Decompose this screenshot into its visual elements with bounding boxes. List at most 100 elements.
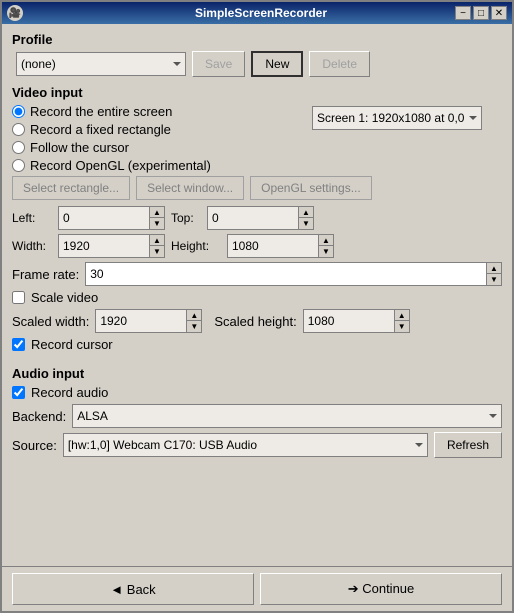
width-height-row: Width: 1920 ▲ ▼ Height: 1080 ▲ ▼ [12,234,502,258]
framerate-label: Frame rate: [12,267,79,282]
titlebar-buttons: − □ ✕ [455,6,507,20]
radio-entire-screen-label: Record the entire screen [30,104,172,119]
audio-input-title: Audio input [12,366,502,381]
screen-select-container: Screen 1: 1920x1080 at 0,0 [312,106,502,130]
select-rectangle-button[interactable]: Select rectangle... [12,176,130,200]
main-window: 🎥 SimpleScreenRecorder − □ ✕ Profile (no… [0,0,514,613]
close-button[interactable]: ✕ [491,6,507,20]
save-button[interactable]: Save [192,51,245,77]
left-spin-down[interactable]: ▼ [150,218,164,229]
scaled-width-wrapper: 1920 ▲ ▼ [95,309,202,333]
scaled-height-input[interactable]: 1080 [304,310,394,332]
source-select[interactable]: [hw:1,0] Webcam C170: USB Audio [63,433,428,457]
scaled-height-spin: ▲ ▼ [394,310,409,332]
left-input-wrapper: 0 ▲ ▼ [58,206,165,230]
record-audio-row: Record audio [12,385,502,400]
radio-options: Record the entire screen Record a fixed … [12,104,306,176]
framerate-spin-arrows: ▲ ▼ [486,263,501,285]
scaled-width-up[interactable]: ▲ [187,310,201,321]
profile-section: Profile (none) Save New Delete [12,32,502,77]
height-input-wrapper: 1080 ▲ ▼ [227,234,334,258]
left-top-row: Left: 0 ▲ ▼ Top: 0 ▲ ▼ [12,206,502,230]
left-label: Left: [12,211,52,225]
maximize-button[interactable]: □ [473,6,489,20]
scaled-dimensions-row: Scaled width: 1920 ▲ ▼ Scaled height: 10… [12,309,502,333]
scaled-width-down[interactable]: ▼ [187,321,201,332]
top-spin-down[interactable]: ▼ [299,218,313,229]
height-spin-arrows: ▲ ▼ [318,235,333,257]
scale-video-label: Scale video [31,290,98,305]
radio-cursor-label: Follow the cursor [30,140,129,155]
minimize-button[interactable]: − [455,6,471,20]
left-input[interactable]: 0 [59,207,149,229]
width-input-wrapper: 1920 ▲ ▼ [58,234,165,258]
scaled-height-wrapper: 1080 ▲ ▼ [303,309,410,333]
left-spin-up[interactable]: ▲ [150,207,164,218]
framerate-row: Frame rate: 30 ▲ ▼ [12,262,502,286]
window-title: SimpleScreenRecorder [67,6,455,20]
framerate-input[interactable]: 30 [86,263,486,285]
source-row: Source: [hw:1,0] Webcam C170: USB Audio … [12,432,502,458]
radio-opengl-label: Record OpenGL (experimental) [30,158,211,173]
radio-fixed-rect-input[interactable] [12,123,25,136]
height-label: Height: [171,239,221,253]
record-audio-checkbox[interactable] [12,386,25,399]
record-cursor-label: Record cursor [31,337,113,352]
scaled-height-down[interactable]: ▼ [395,321,409,332]
opengl-settings-button[interactable]: OpenGL settings... [250,176,372,200]
continue-button[interactable]: ➔ Continue [260,573,502,605]
width-spin-down[interactable]: ▼ [150,246,164,257]
scaled-width-label: Scaled width: [12,314,89,329]
titlebar: 🎥 SimpleScreenRecorder − □ ✕ [2,2,512,24]
scaled-width-spin: ▲ ▼ [186,310,201,332]
top-input-wrapper: 0 ▲ ▼ [207,206,314,230]
record-cursor-checkbox[interactable] [12,338,25,351]
radio-cursor-input[interactable] [12,141,25,154]
scaled-width-input[interactable]: 1920 [96,310,186,332]
back-button[interactable]: ◄ Back [12,573,254,605]
source-label: Source: [12,438,57,453]
scale-video-checkbox[interactable] [12,291,25,304]
content-area: Profile (none) Save New Delete Video inp… [2,24,512,566]
backend-select[interactable]: ALSA [72,404,502,428]
backend-label: Backend: [12,409,66,424]
width-label: Width: [12,239,52,253]
app-icon: 🎥 [7,5,23,21]
left-spin-arrows: ▲ ▼ [149,207,164,229]
width-spin-up[interactable]: ▲ [150,235,164,246]
top-label: Top: [171,211,201,225]
video-input-section: Video input Record the entire screen Rec… [12,85,502,356]
height-spin-up[interactable]: ▲ [319,235,333,246]
width-input[interactable]: 1920 [59,235,149,257]
framerate-spin-up[interactable]: ▲ [487,263,501,274]
scaled-height-up[interactable]: ▲ [395,310,409,321]
delete-button[interactable]: Delete [309,51,370,77]
top-input[interactable]: 0 [208,207,298,229]
scale-video-row: Scale video [12,290,502,305]
radio-entire-screen-input[interactable] [12,105,25,118]
radio-opengl-input[interactable] [12,159,25,172]
top-spin-arrows: ▲ ▼ [298,207,313,229]
new-button[interactable]: New [251,51,303,77]
top-spin-up[interactable]: ▲ [299,207,313,218]
audio-input-section: Audio input Record audio Backend: ALSA S… [12,366,502,462]
record-audio-label: Record audio [31,385,108,400]
height-input[interactable]: 1080 [228,235,318,257]
rect-buttons: Select rectangle... Select window... Ope… [12,176,502,200]
profile-select[interactable]: (none) [16,52,186,76]
profile-title: Profile [12,32,502,47]
screen-select[interactable]: Screen 1: 1920x1080 at 0,0 [312,106,482,130]
select-window-button[interactable]: Select window... [136,176,244,200]
profile-row: (none) Save New Delete [16,51,502,77]
width-spin-arrows: ▲ ▼ [149,235,164,257]
framerate-input-wrapper: 30 ▲ ▼ [85,262,502,286]
refresh-button[interactable]: Refresh [434,432,502,458]
height-spin-down[interactable]: ▼ [319,246,333,257]
video-input-title: Video input [12,85,502,100]
radio-opengl: Record OpenGL (experimental) [12,158,306,173]
scaled-height-label: Scaled height: [214,314,296,329]
backend-row: Backend: ALSA [12,404,502,428]
radio-fixed-rect: Record a fixed rectangle [12,122,306,137]
framerate-spin-down[interactable]: ▼ [487,274,501,285]
footer: ◄ Back ➔ Continue [2,566,512,611]
